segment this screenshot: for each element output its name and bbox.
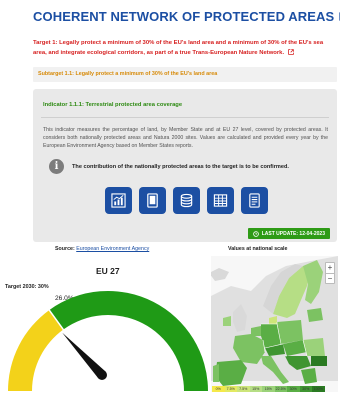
region-bulgaria[interactable] <box>311 356 327 366</box>
last-update-badge: LAST UPDATE: 12-04-2023 <box>247 228 330 239</box>
legend-item: 22.5% <box>274 386 287 392</box>
subtarget-bar: Subtarget 1.1: Legally protect a minimum… <box>33 67 337 82</box>
database-icon <box>180 193 193 208</box>
last-update-text: LAST UPDATE: 12-04-2023 <box>261 230 325 237</box>
legend-item: 7.5% <box>224 386 237 392</box>
legend-item: 30% <box>287 386 300 392</box>
gauge-chart: EU 27 Target 2030: 30% 26.0% <box>3 256 208 393</box>
target-label: Target 1: Legally protect a minimum of 3… <box>33 40 324 56</box>
gauge-arc-above-target <box>49 291 208 391</box>
legend-item: 15% <box>249 386 262 392</box>
indicator-panel: Indicator 1.1.1: Terrestrial protected a… <box>33 89 337 242</box>
page-header: COHERENT NETWORK OF PROTECTED AREAS <box>33 9 340 24</box>
map-zoom-control: + − <box>325 262 335 284</box>
download-button-row <box>105 187 268 214</box>
report-button[interactable] <box>241 187 268 214</box>
report-icon <box>249 193 260 208</box>
iceland-shape <box>211 268 229 281</box>
info-text: The contribution of the nationally prote… <box>72 163 289 170</box>
indicator-title: Indicator 1.1.1: Terrestrial protected a… <box>43 102 183 108</box>
chart-icon <box>111 193 126 208</box>
divider <box>41 117 329 118</box>
region-baltics[interactable] <box>307 308 323 322</box>
zoom-out-button[interactable]: − <box>326 273 334 283</box>
document-button[interactable] <box>139 187 166 214</box>
info-icon: i <box>49 159 64 174</box>
source-line: Source: European Environment Agency <box>55 246 149 252</box>
zoom-in-button[interactable]: + <box>326 263 334 273</box>
source-label: Source: <box>55 246 75 252</box>
legend-item: 30% <box>299 386 312 392</box>
clock-icon <box>252 230 259 237</box>
gauge-svg <box>8 291 208 391</box>
legend-item: 100% <box>312 386 325 392</box>
table-button[interactable] <box>207 187 234 214</box>
table-icon <box>213 194 228 207</box>
database-button[interactable] <box>173 187 200 214</box>
legend-item: 7.5% <box>237 386 250 392</box>
info-note: i The contribution of the nationally pro… <box>49 159 289 174</box>
source-link[interactable]: European Environment Agency <box>76 246 149 252</box>
map-legend: 0% 7.5% 7.5% 15% 15% 22.5% 30% 30% 100% <box>212 386 325 392</box>
europe-map[interactable] <box>211 256 338 392</box>
external-link-icon[interactable] <box>287 49 294 55</box>
map-title: Values at national scale <box>228 246 288 252</box>
region-portugal[interactable] <box>213 364 219 382</box>
region-spain[interactable] <box>215 360 247 386</box>
target-text: Target 1: Legally protect a minimum of 3… <box>33 38 338 58</box>
region-greece[interactable] <box>301 368 317 384</box>
legend-item: 15% <box>262 386 275 392</box>
page-title: COHERENT NETWORK OF PROTECTED AREAS <box>33 9 335 24</box>
legend-item: 0% <box>212 386 225 392</box>
indicator-description: This indicator measures the percentage o… <box>43 127 328 149</box>
gauge-needle-hub <box>97 370 107 380</box>
document-icon <box>147 193 158 208</box>
map-panel[interactable]: + − 0% 7.5% 7.5% 15% 15% 22.5% 30% 30% 100% <box>211 256 338 392</box>
gauge-arc-below-target <box>8 310 64 391</box>
chart-button[interactable] <box>105 187 132 214</box>
region-poland[interactable] <box>277 320 303 344</box>
